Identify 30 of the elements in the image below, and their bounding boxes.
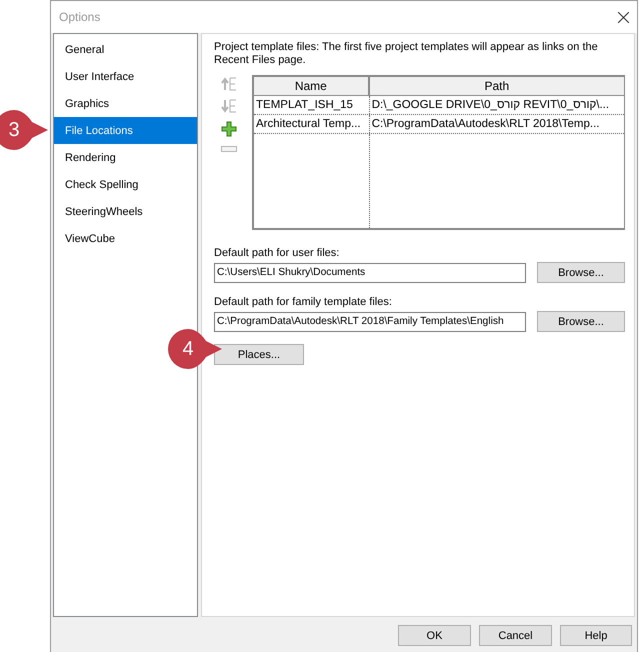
sidebar-item[interactable]: SteeringWheels (54, 198, 197, 225)
column-header[interactable]: Name (254, 77, 370, 95)
dialog-button[interactable]: OK (398, 625, 471, 646)
description-text: Project template files: The first five project templates will appear as links on the Recent Files page. (214, 41, 599, 67)
dialog-button[interactable]: Help (560, 625, 632, 646)
add-icon[interactable] (221, 121, 237, 137)
places-button[interactable]: Places... (214, 344, 304, 365)
path-field[interactable]: C:\Users\ELI Shukry\Documents (214, 262, 526, 282)
sidebar-item[interactable]: Check Spelling (54, 171, 197, 198)
table-cell: TEMPLAT_ISH_15 (254, 96, 370, 114)
table-cell: Architectural Temp... (254, 115, 370, 133)
field-label: Default path for user files: (214, 247, 340, 259)
callout-marker: 3 (0, 108, 50, 152)
sidebar-item[interactable]: Rendering (54, 144, 197, 171)
sidebar-item[interactable]: User Interface (54, 63, 197, 90)
window-title: Options (59, 10, 100, 24)
field-label: Default path for family template files: (214, 296, 393, 308)
browse-button[interactable]: Browse... (537, 311, 625, 332)
callout-marker: 4 (166, 327, 224, 371)
close-icon[interactable] (618, 12, 629, 22)
table-cell-text: D:\_GOOGLE DRIVE\0_קורס REVIT\0_קורס\... (370, 98, 610, 113)
column-header[interactable]: Path (370, 77, 624, 95)
sidebar-item[interactable]: General (54, 36, 197, 63)
dialog-button[interactable]: Cancel (479, 625, 552, 646)
path-field[interactable]: C:\ProgramData\Autodesk\RLT 2018\Family Templates\English (214, 312, 526, 332)
browse-button[interactable]: Browse... (537, 262, 625, 283)
sidebar-item[interactable]: File Locations (54, 117, 197, 144)
sidebar-item[interactable]: Graphics (54, 90, 197, 117)
table-cell-text: C:\ProgramData\Autodesk\RLT 2018\Temp... (370, 117, 600, 132)
sidebar-item[interactable]: ViewCube (54, 225, 197, 252)
